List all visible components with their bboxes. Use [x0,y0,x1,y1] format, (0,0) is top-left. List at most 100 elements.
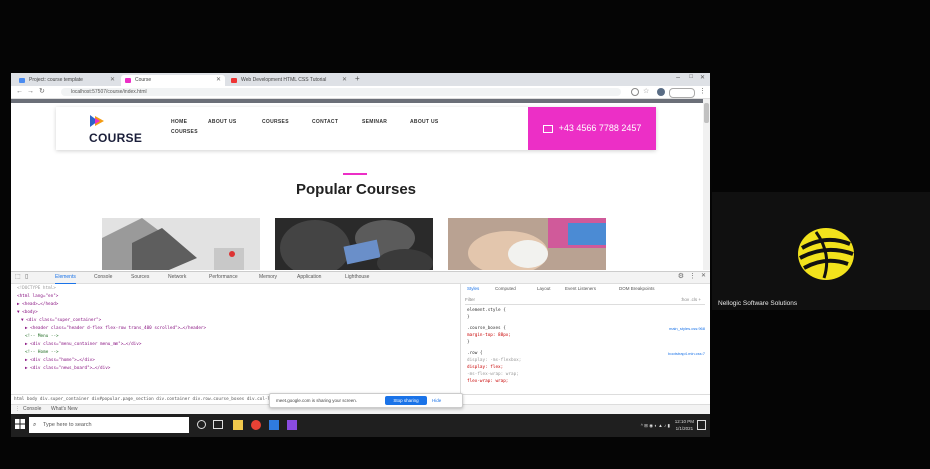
styles-filter-input[interactable]: Filter :hov .cls + [465,296,705,305]
code-line[interactable]: ▶ <div class="news_board">…</div> [25,366,110,371]
close-icon[interactable]: ✕ [701,272,706,279]
participant-logo-icon [798,228,854,280]
close-icon[interactable]: ✕ [216,75,221,86]
task-view-icon[interactable] [213,420,223,429]
back-icon[interactable]: ← [16,87,23,97]
maximize-icon[interactable]: □ [689,74,693,80]
more-menu-icon[interactable]: ⋮ [699,87,706,95]
hand-photo [448,218,606,270]
drawer-tab-console[interactable]: Console [23,406,41,412]
style-rule-line[interactable]: flex-wrap: wrap; [467,379,508,384]
page-scrollbar[interactable] [703,99,710,270]
stylesheet-link[interactable]: bootstrap4.min.css:7 [668,351,705,356]
nav-courses[interactable]: COURSES [262,119,289,125]
browser-tab-active[interactable]: Course ✕ [121,75,225,86]
code-line[interactable]: ▶ <head>…</head> [17,302,58,307]
stop-sharing-button[interactable]: Stop sharing [385,396,427,405]
style-rule-line[interactable]: -ms-flex-wrap: wrap; [467,372,519,377]
tab-styles[interactable]: Styles [467,286,479,291]
tab-favicon-icon [231,78,237,83]
drawer-tab-whats-new[interactable]: What's New [51,406,78,412]
code-line[interactable]: ▼ <body> [17,310,38,315]
avatar[interactable] [657,88,665,96]
chrome-icon[interactable] [251,420,261,430]
filter-options[interactable]: :hov .cls + [681,296,701,304]
nav-about-us-2[interactable]: ABOUT US [410,119,439,125]
taskbar-clock[interactable]: 12:10 PM 1/1/2021 [675,418,694,432]
scrollbar-thumb[interactable] [704,103,709,123]
phone-contact[interactable]: +43 4566 7788 2457 [528,107,656,150]
file-explorer-icon[interactable] [233,420,243,430]
hide-button[interactable]: Hide [432,396,441,405]
style-rule-line[interactable]: display: -ms-flexbox; [467,358,521,363]
tab-memory[interactable]: Memory [259,272,277,283]
tab-lighthouse[interactable]: Lighthouse [345,272,369,283]
code-line[interactable]: ▶ <div class="menu_container menu_mm">…<… [25,342,141,347]
new-tab-icon[interactable]: + [355,74,360,83]
url-input[interactable]: localhost:57507/course/index.html [61,88,621,96]
code-line[interactable]: <!-- Home --> [25,350,59,355]
code-line[interactable]: ▶ <header class="header d-flex flex-row … [25,326,206,331]
browser-tab[interactable]: Project: course template ✕ [15,75,119,86]
tab-computed[interactable]: Computed [495,286,516,291]
nav-about-us[interactable]: ABOUT US [208,119,237,125]
window-close-icon[interactable]: ✕ [700,74,705,81]
logo-text[interactable]: COURSE [89,131,142,145]
style-rule-line[interactable]: element.style { [467,308,506,313]
tab-label: Web Development HTML CSS Tutorial [241,77,327,83]
code-line[interactable]: ▶ <div class="home">…</div> [25,358,95,363]
style-rule-line[interactable]: .course_boxes { [467,326,506,331]
course-card-image[interactable] [275,218,433,270]
vscode-icon[interactable] [287,420,297,430]
close-icon[interactable]: ✕ [110,75,115,86]
participant-tile[interactable]: Nellogic Software Solutions [712,192,930,310]
tab-favicon-icon [19,78,25,83]
taskbar-search-input[interactable]: ⌕ Type here to search [29,417,189,433]
style-rule-line[interactable]: display: flex; [467,365,503,370]
system-tray[interactable]: ^ ⊞ ◉ ◐ ▲ ♪ ▮ [641,414,670,437]
nav-home[interactable]: HOME [171,119,187,125]
code-line[interactable]: <html lang="en"> [17,294,58,299]
code-line[interactable]: <!-- Menu --> [25,334,59,339]
tab-layout[interactable]: Layout [537,286,551,291]
browser-tab[interactable]: Web Development HTML CSS Tutorial ✕ [227,75,351,86]
windows-start-icon[interactable] [15,419,25,429]
drawer-menu-icon[interactable]: ⋮ [15,406,20,412]
extension-icon[interactable] [631,88,639,96]
code-line[interactable]: <!DOCTYPE html> [17,286,56,291]
style-rule-line[interactable]: } [467,315,470,320]
nav-courses-2[interactable]: COURSES [171,129,198,135]
forward-icon[interactable]: → [27,87,34,97]
minimize-icon[interactable]: – [676,74,680,81]
device-toolbar-icon[interactable]: ▯ [25,273,28,280]
style-rule-line[interactable]: } [467,340,470,345]
tab-console[interactable]: Console [94,272,112,283]
reload-icon[interactable]: ↻ [39,87,45,97]
settings-gear-icon[interactable]: ⚙ [678,272,684,280]
inspect-icon[interactable]: ⬚ [15,273,21,280]
code-line[interactable]: ▼ <div class="super_container"> [21,318,101,323]
phone-icon [542,124,553,133]
course-card-image[interactable] [102,218,260,270]
star-icon[interactable]: ☆ [643,87,649,95]
more-menu-icon[interactable]: ⋮ [689,272,696,280]
tab-application[interactable]: Application [297,272,321,283]
cortana-icon[interactable] [197,420,206,429]
tab-event-listeners[interactable]: Event Listeners [565,286,596,291]
edge-icon[interactable] [269,420,279,430]
stylesheet-link[interactable]: main_styles.css:968 [669,326,705,331]
tab-performance[interactable]: Performance [209,272,238,283]
close-icon[interactable]: ✕ [342,75,347,86]
course-card-image[interactable] [448,218,606,270]
tab-network[interactable]: Network [168,272,186,283]
tab-dom-breakpoints[interactable]: DOM Breakpoints [619,286,655,291]
nav-seminar[interactable]: SEMINAR [362,119,387,125]
nav-contact[interactable]: CONTACT [312,119,338,125]
logo-icon[interactable] [89,113,105,129]
tab-elements[interactable]: Elements [55,272,76,284]
notification-icon[interactable] [697,420,706,430]
style-rule-line[interactable]: .row { [467,351,483,356]
tab-sources[interactable]: Sources [131,272,149,283]
profile-chip[interactable] [669,88,695,98]
style-rule-line[interactable]: margin-top: 88px; [467,333,511,338]
